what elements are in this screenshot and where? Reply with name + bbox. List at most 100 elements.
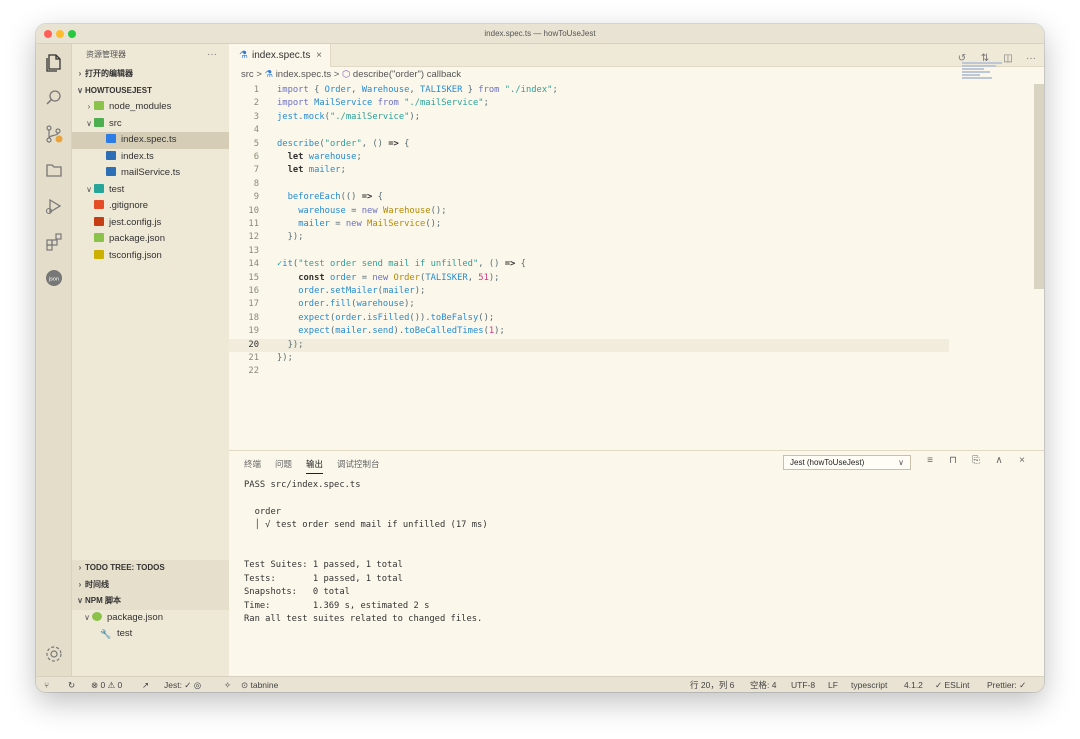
code-editor[interactable]: 1 import { Order, Warehouse, TALISKER } f… [229,84,1044,450]
close-tab-button[interactable]: × [316,44,322,67]
more-icon[interactable]: ··· [1024,52,1038,66]
output-line: │ √ test order send mail if unfilled (17… [244,520,488,531]
jest-status[interactable]: Jest: ✓ ◎ [164,677,201,692]
code-line: 18 expect(order.isFilled()).toBeFalsy(); [248,312,495,323]
live-share-icon[interactable]: ↗ [142,677,149,692]
todo-tree-label: TODO TREE: TODOS [85,563,165,572]
tree-item[interactable]: ∨ src [72,116,229,133]
tab-label: index.spec.ts [251,50,311,61]
lock-icon[interactable]: ⊓ [946,455,960,466]
code-line: 5 describe("order", () => { [253,138,410,149]
output-log[interactable]: PASS src/index.spec.ts order │ √ test or… [244,479,488,626]
breadcrumb-src[interactable]: src [241,69,254,80]
tree-item[interactable]: .gitignore [72,198,229,215]
sync-icon[interactable]: ↻ [68,677,75,692]
more-actions-button[interactable]: ··· [207,44,217,66]
code-line: 22 [248,366,259,377]
folder-icon[interactable] [44,160,64,180]
output-line: Time: 1.369 s, estimated 2 s [244,600,430,611]
breadcrumb-file[interactable]: index.spec.ts [276,69,331,80]
tree-item-label: index.ts [121,150,154,162]
ts-version[interactable]: 4.1.2 [904,677,923,692]
folder-src-icon [94,117,104,127]
clear-output-icon[interactable]: ≡ [923,455,937,466]
todo-tree-section[interactable]: › TODO TREE: TODOS [72,560,229,577]
window-title: index.spec.ts — howToUseJest [484,29,596,38]
end-of-line[interactable]: LF [828,677,838,692]
npm-icon [92,611,102,621]
project-section[interactable]: ∨ HOWTOUSEJEST [72,83,229,100]
eslint-status[interactable]: ✓ ESLint [935,677,970,692]
tree-item[interactable]: index.spec.ts [72,132,229,149]
run-debug-icon[interactable] [44,196,64,216]
symbol-icon: ⬡ [341,69,351,80]
editor-tabs: ⚗ index.spec.ts × ↺ ⇅ ◫ ··· [229,44,1044,67]
tab-output[interactable]: 输出 [306,458,324,474]
npm-test-script[interactable]: 🔧 test [72,626,229,643]
code-line: 9 beforeEach(() => { [253,192,383,203]
code-line: 13 [248,245,259,256]
explorer-title: 资源管理器 [86,50,126,59]
typescript-icon [106,150,116,160]
npm-package-item[interactable]: ∨ package.json [72,610,229,627]
timeline-section[interactable]: › 时间线 [72,576,229,593]
tree-item[interactable]: ∨ test [72,182,229,199]
remote-icon[interactable]: ✧ [224,677,231,692]
search-icon[interactable] [44,88,64,108]
panel-actions: ≡ ⊓ ⎘ ∧ × [923,455,1038,466]
cursor-position[interactable]: 行 20，列 6 [690,677,734,692]
problems-status[interactable]: ⊗ 0 ⚠ 0 [91,677,122,692]
tree-item[interactable]: mailService.ts [72,165,229,182]
tabnine-status[interactable]: ⊙ tabnine [241,677,278,692]
title-bar: index.spec.ts — howToUseJest [36,24,1044,44]
language-mode[interactable]: typescript [851,677,887,692]
tab-debug-console[interactable]: 调试控制台 [337,458,380,470]
json-icon[interactable]: json [44,268,64,288]
project-label: HOWTOUSEJEST [85,85,152,95]
close-panel-icon[interactable]: × [1015,455,1029,466]
close-window-button[interactable] [44,30,52,38]
tree-item[interactable]: package.json [72,231,229,248]
source-control-icon[interactable] [44,124,64,144]
branch-icon[interactable]: ⑂ [44,677,49,692]
output-line: Test Suites: 1 passed, 1 total [244,560,403,571]
settings-icon[interactable] [44,644,64,664]
tree-item[interactable]: tsconfig.json [72,248,229,265]
open-editors-section[interactable]: › 打开的编辑器 [72,66,229,83]
code-line: 17 order.fill(warehouse); [248,299,415,310]
zoom-window-button[interactable] [68,30,76,38]
tab-index-spec[interactable]: ⚗ index.spec.ts × [229,44,331,67]
tab-terminal[interactable]: 终端 [244,458,261,470]
code-line: 6 let warehouse; [253,152,362,162]
open-log-icon[interactable]: ⎘ [969,455,983,466]
chevron-icon: ∨ [86,118,92,128]
code-line: 1 import { Order, Warehouse, TALISKER } f… [253,85,558,95]
maximize-panel-icon[interactable]: ∧ [992,455,1006,466]
files-icon[interactable] [44,52,64,72]
output-channel-select[interactable]: Jest (howToUseJest) ∨ [783,455,911,470]
tab-problems[interactable]: 问题 [275,458,292,470]
tree-item[interactable]: › node_modules [72,99,229,116]
extensions-icon[interactable] [44,232,64,252]
npm-test-label: test [117,628,133,639]
jest-icon [94,216,104,226]
prettier-status[interactable]: Prettier: ✓ [987,677,1026,692]
tree-item-label: mailService.ts [121,167,181,178]
indentation[interactable]: 空格: 4 [750,677,776,692]
tree-item[interactable]: index.ts [72,149,229,166]
code-line: 8 [253,178,259,189]
npm-scripts-section[interactable]: ∨ NPM 脚本 [72,593,229,610]
encoding[interactable]: UTF-8 [791,677,815,692]
tree-item[interactable]: jest.config.js [72,215,229,232]
breadcrumb-symbol[interactable]: describe("order") callback [353,69,461,80]
minimize-window-button[interactable] [56,30,64,38]
tree-item-label: src [109,117,122,129]
tree-item-label: tsconfig.json [109,249,162,261]
output-line: Tests: 1 passed, 1 total [244,573,403,584]
folder-test-icon [94,183,104,193]
code-line: 11 mailer = new MailService(); [248,219,442,229]
chevron-down-icon: ∨ [898,458,904,467]
activity-bar: json [36,44,72,676]
